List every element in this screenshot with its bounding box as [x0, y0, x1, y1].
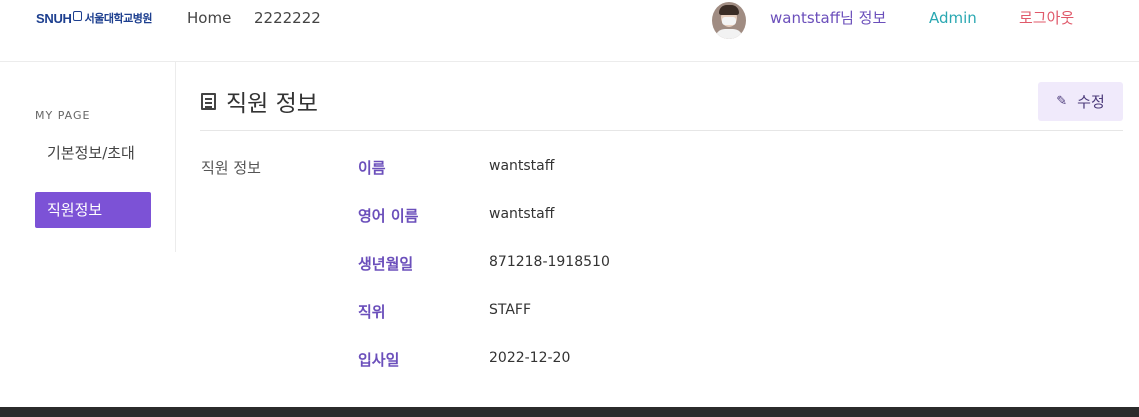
nav-2222222-link[interactable]: 2222222 [254, 8, 321, 28]
logo-mark-icon [72, 11, 82, 21]
top-navbar: SNUH 서울대학교병원 Home 2222222 wantstaff님 정보 … [0, 0, 1139, 62]
nav-logout-link[interactable]: 로그아웃 [1019, 8, 1074, 28]
field-label-name: 이름 [358, 159, 386, 177]
field-label-position: 직위 [358, 303, 386, 321]
nav-home-link[interactable]: Home [187, 8, 231, 28]
nav-user-info-link[interactable]: wantstaff님 정보 [770, 8, 886, 28]
field-value-english-name: wantstaff [489, 206, 555, 222]
field-value-name: wantstaff [489, 158, 555, 174]
section-label: 직원 정보 [201, 159, 261, 177]
sidebar-item-basic-info[interactable]: 기본정보/초대 [35, 144, 151, 188]
sidebar-heading: MY PAGE [35, 109, 91, 122]
field-value-join-date: 2022-12-20 [489, 350, 571, 366]
footer-bar [0, 407, 1139, 417]
logo-text-en: SNUH [36, 10, 72, 26]
field-label-english-name: 영어 이름 [358, 207, 419, 225]
field-value-position: STAFF [489, 302, 532, 318]
edit-pen-icon: ✎ [1056, 94, 1068, 109]
nav-admin-link[interactable]: Admin [929, 8, 977, 28]
sidebar-item-staff-info[interactable]: 직원정보 [35, 192, 151, 228]
field-label-birthdate: 생년월일 [358, 255, 414, 273]
snuh-logo[interactable]: SNUH 서울대학교병원 [36, 9, 152, 27]
field-value-birthdate: 871218-1918510 [489, 254, 610, 270]
title-divider [200, 130, 1123, 131]
edit-button[interactable]: ✎ 수정 [1038, 82, 1123, 121]
page-title: 직원 정보 [201, 84, 318, 118]
edit-button-label: 수정 [1077, 93, 1105, 111]
sidebar: MY PAGE 기본정보/초대 직원정보 [0, 62, 176, 252]
logo-text-ko: 서울대학교병원 [84, 12, 153, 25]
document-list-icon [201, 92, 216, 110]
user-avatar[interactable] [712, 2, 746, 39]
page-title-text: 직원 정보 [226, 91, 318, 117]
field-label-join-date: 입사일 [358, 351, 400, 369]
